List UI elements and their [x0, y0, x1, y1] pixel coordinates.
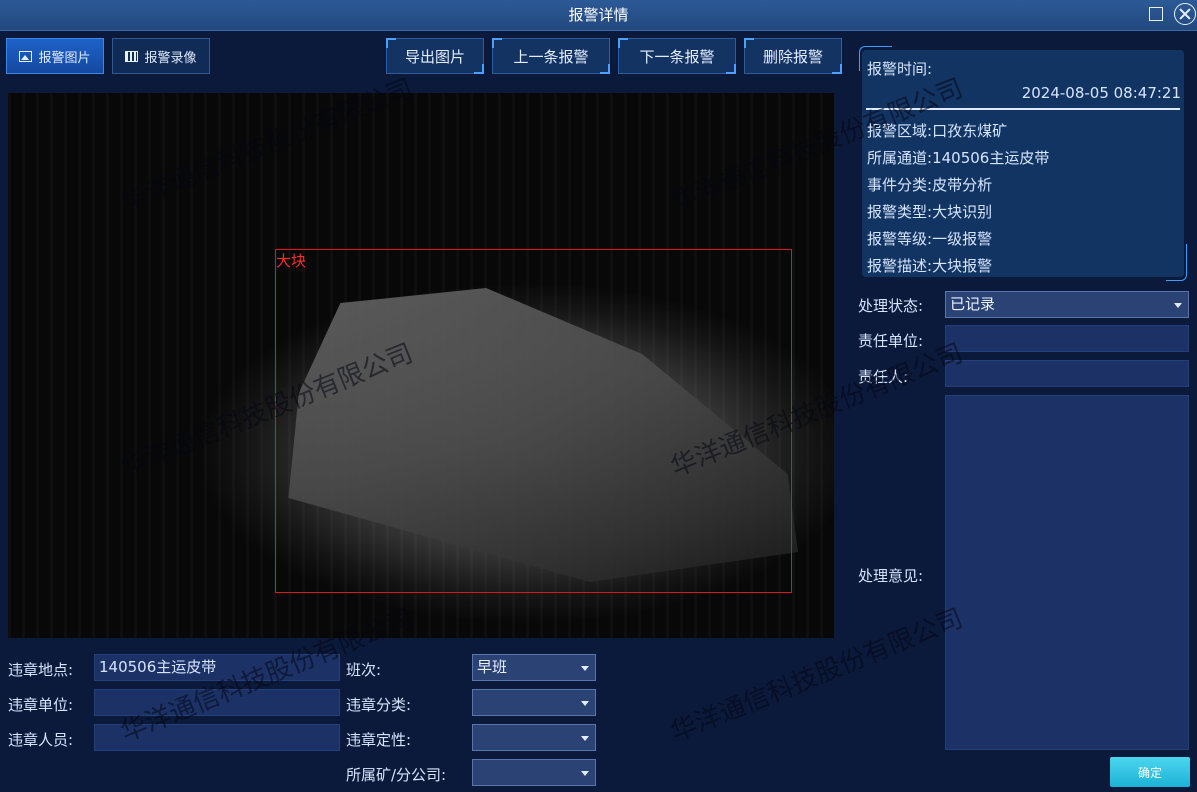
violation-unit-field[interactable] [94, 689, 340, 716]
prev-alarm-button[interactable]: 上一条报警 [492, 38, 610, 74]
info-row: 所属通道:140506主运皮带 [867, 149, 1050, 167]
maximize-icon[interactable] [1149, 7, 1163, 21]
info-row: 报警类型:大块识别 [867, 203, 993, 221]
alarm-image: 大块 [8, 93, 834, 638]
divider [866, 108, 1180, 110]
shift-value: 早班 [477, 658, 508, 676]
tab-alarm-video-label: 报警录像 [144, 50, 197, 66]
video-icon [125, 50, 139, 62]
responsible-person-field[interactable] [945, 360, 1189, 387]
shift-select[interactable]: 早班 [472, 654, 596, 681]
export-image-button[interactable]: 导出图片 [386, 38, 484, 74]
violation-location-field[interactable]: 140506主运皮带 [94, 654, 340, 681]
responsible-unit-label: 责任单位: [858, 332, 924, 350]
status-label: 处理状态: [858, 297, 924, 315]
confirm-button[interactable]: 确定 [1110, 757, 1190, 787]
close-icon[interactable] [1174, 3, 1196, 25]
next-alarm-button[interactable]: 下一条报警 [618, 38, 736, 74]
image-icon [19, 50, 33, 62]
opinion-label: 处理意见: [858, 567, 924, 585]
chevron-down-icon [581, 666, 589, 671]
responsible-unit-field[interactable] [945, 325, 1189, 352]
violation-nature-select[interactable] [472, 724, 596, 751]
shift-label: 班次: [346, 661, 382, 679]
tab-alarm-video[interactable]: 报警录像 [112, 38, 210, 74]
chevron-down-icon [581, 701, 589, 706]
tab-alarm-image-label: 报警图片 [38, 50, 91, 66]
title-bar: 报警详情 [0, 0, 1197, 31]
delete-alarm-button[interactable]: 删除报警 [744, 38, 842, 74]
status-select[interactable]: 已记录 [945, 291, 1189, 318]
info-row: 报警等级:一级报警 [867, 230, 993, 248]
alarm-info-panel: 报警时间: 2024-08-05 08:47:21 报警区域:口孜东煤矿 所属通… [859, 46, 1187, 281]
branch-select[interactable] [472, 759, 596, 786]
violation-nature-label: 违章定性: [346, 731, 412, 749]
alarm-time-value: 2024-08-05 08:47:21 [1021, 84, 1181, 102]
info-row: 报警区域:口孜东煤矿 [867, 122, 1008, 140]
detection-label: 大块 [276, 252, 307, 270]
responsible-person-label: 责任人: [858, 368, 909, 386]
chevron-down-icon [581, 736, 589, 741]
violation-unit-label: 违章单位: [8, 696, 74, 714]
chevron-down-icon [1174, 303, 1182, 308]
window-title: 报警详情 [568, 6, 629, 24]
detection-box [275, 249, 792, 593]
branch-label: 所属矿/分公司: [346, 766, 447, 784]
opinion-textarea[interactable] [945, 395, 1189, 750]
info-row: 报警描述:大块报警 [867, 257, 993, 275]
violation-location-label: 违章地点: [8, 661, 74, 679]
chevron-down-icon [581, 771, 589, 776]
violation-category-label: 违章分类: [346, 696, 412, 714]
tab-alarm-image[interactable]: 报警图片 [6, 38, 104, 74]
info-row: 事件分类:皮带分析 [867, 176, 993, 194]
status-value: 已记录 [950, 295, 996, 313]
violation-person-label: 违章人员: [8, 731, 74, 749]
violation-category-select[interactable] [472, 689, 596, 716]
violation-person-field[interactable] [94, 724, 340, 751]
alarm-time-label: 报警时间: [867, 60, 933, 78]
